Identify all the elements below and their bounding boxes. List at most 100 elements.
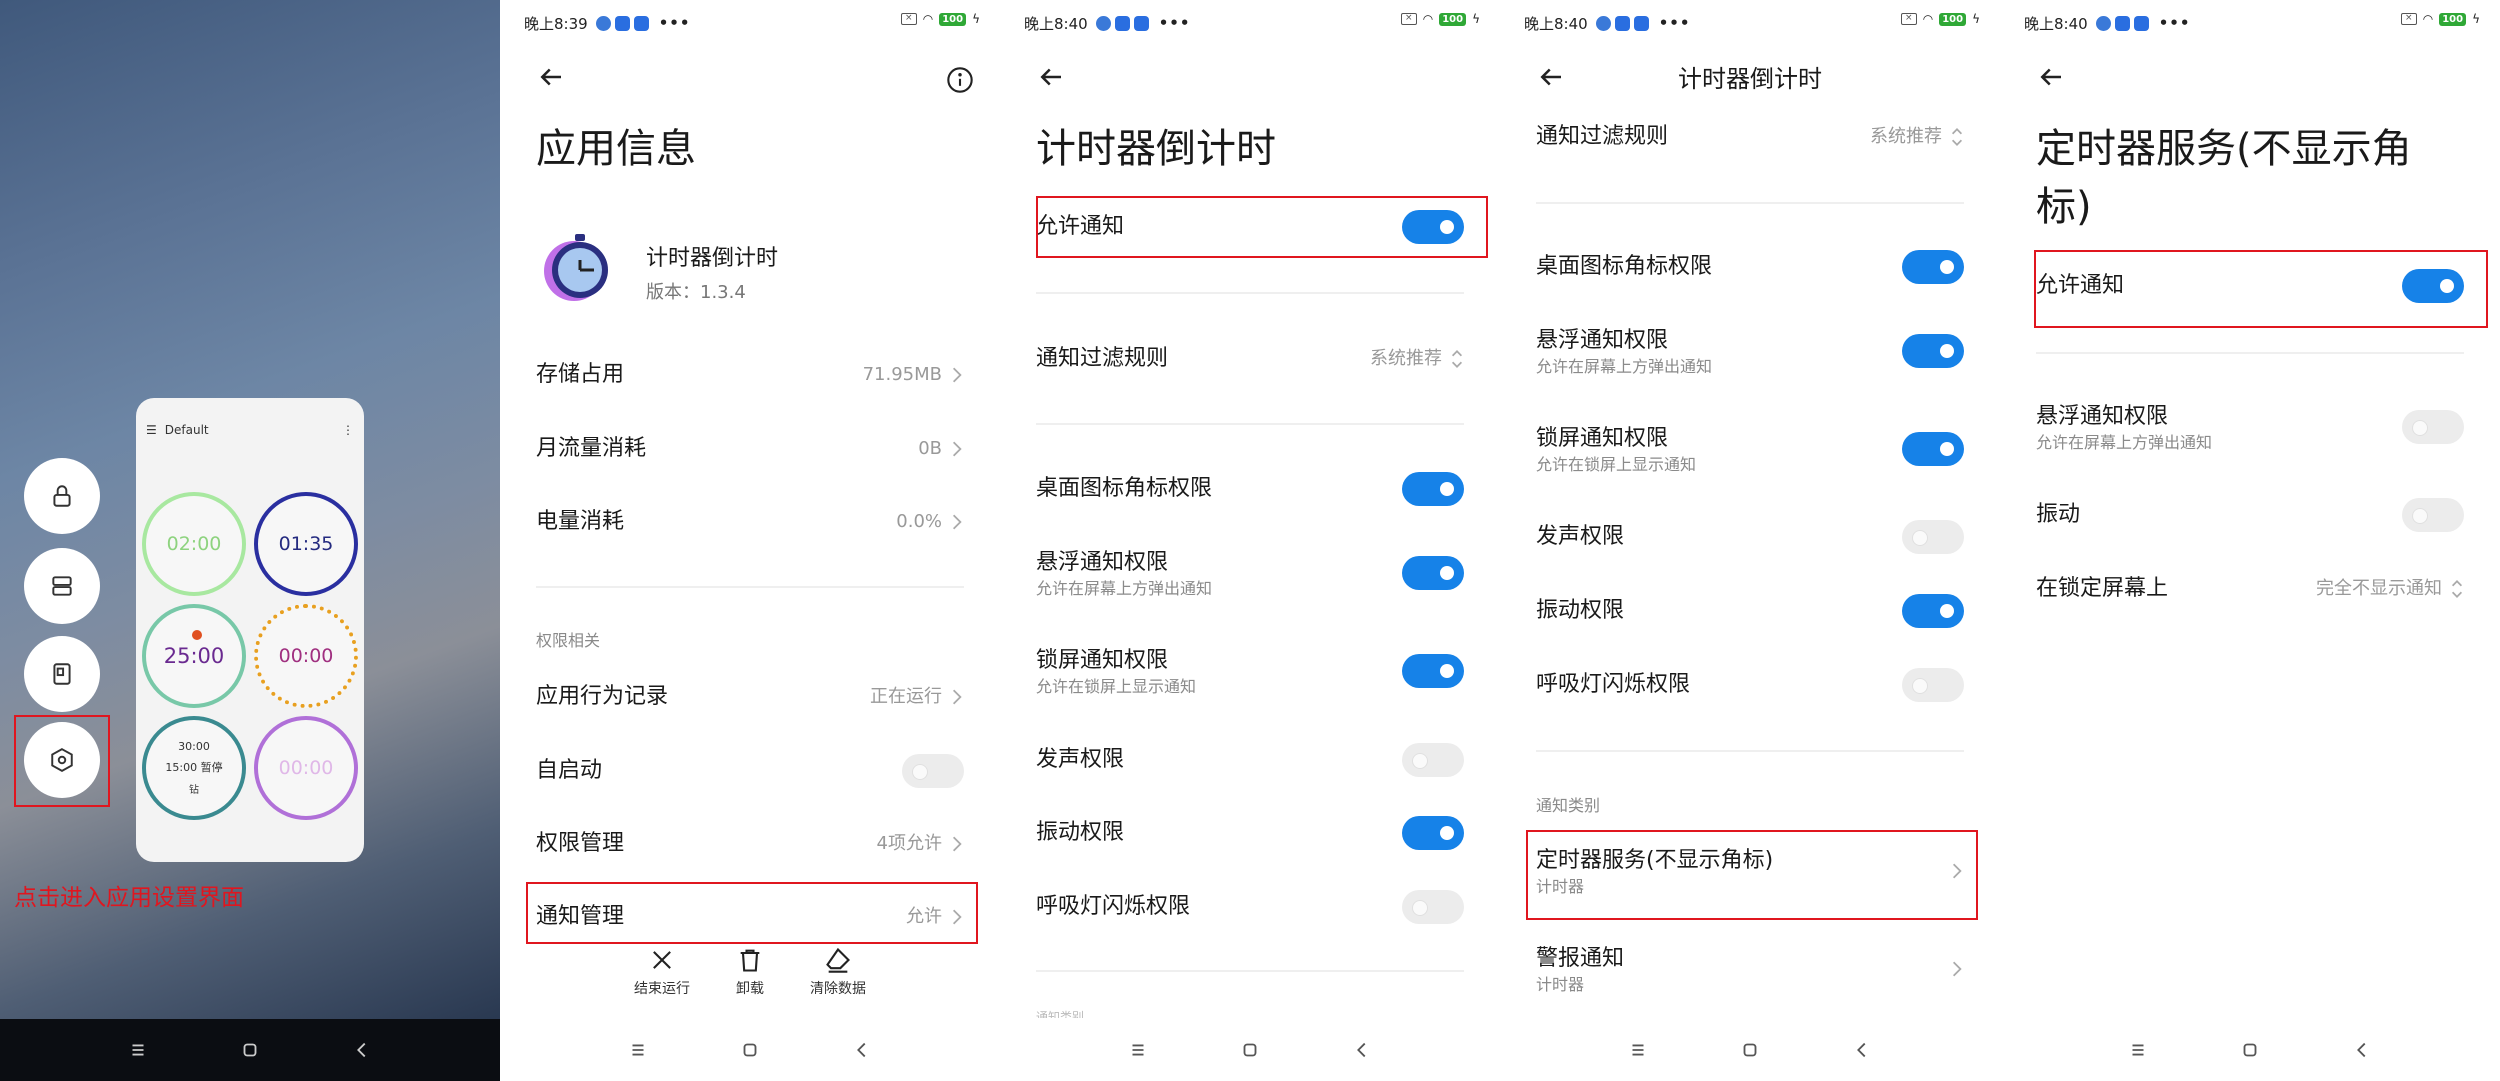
led-toggle[interactable] — [1902, 668, 1964, 702]
floating-window-button[interactable] — [24, 636, 100, 712]
back-arrow-icon — [1040, 68, 1061, 86]
back-nav-icon[interactable] — [1351, 1039, 1373, 1061]
app-notification-icon — [1114, 15, 1130, 31]
row-value: 系统推荐 — [1370, 348, 1442, 369]
trash-icon — [740, 949, 760, 972]
menu-icon: ☰ — [146, 423, 157, 437]
floating-notification-toggle[interactable] — [1402, 556, 1464, 590]
no-sim-icon: × — [1400, 13, 1417, 25]
battery-icon: 100 — [939, 12, 967, 26]
app-notification-icon — [1133, 15, 1149, 31]
battery-icon: 100 — [1439, 12, 1467, 26]
floating-notification-toggle[interactable] — [1902, 334, 1964, 368]
behavior-log-row[interactable]: 应用行为记录 正在运行 — [536, 682, 964, 712]
app-version: 版本：1.3.4 — [646, 282, 746, 303]
filter-rule-row[interactable]: 通知过滤规则 系统推荐 — [1036, 344, 1464, 374]
lockscreen-notification-toggle[interactable] — [1402, 654, 1464, 688]
highlight-timer-service — [1526, 830, 1978, 920]
force-stop-button[interactable]: 结束运行 — [622, 946, 702, 998]
back-nav-icon[interactable] — [351, 1039, 373, 1061]
back-nav-icon[interactable] — [2351, 1039, 2373, 1061]
led-toggle[interactable] — [1402, 890, 1464, 924]
vibration-toggle[interactable] — [1902, 594, 1964, 628]
timer-clock-4: 00:00 — [254, 604, 358, 708]
row-value: 0.0% — [896, 511, 942, 532]
row-label: 发声权限 — [1036, 747, 1125, 772]
split-screen-button[interactable] — [24, 548, 100, 624]
home-nav-icon[interactable] — [239, 1039, 261, 1061]
more-dots-icon: ••• — [2158, 14, 2191, 32]
more-dots-icon: ••• — [1158, 14, 1191, 32]
battery-icon: 100 — [2439, 12, 2467, 26]
notification-settings-screen: 晚上8:40 ••• × ◠ 100 ϟ 计时器倒计时 允许通知 通知过滤规则 … — [1000, 0, 1500, 1081]
status-bar: 晚上8:40 ••• × ◠ 100 ϟ — [2024, 12, 2480, 34]
sound-toggle[interactable] — [1902, 520, 1964, 554]
notification-settings-scrolled-screen: 晚上8:40 ••• × ◠ 100 ϟ 计时器倒计时 通知过滤规则 系统推荐 … — [1500, 0, 2000, 1081]
back-nav-icon[interactable] — [851, 1039, 873, 1061]
row-label: 振动 — [2036, 502, 2081, 527]
menu-nav-icon[interactable] — [2127, 1039, 2149, 1061]
chevron-right-icon — [950, 366, 964, 384]
floating-notification-toggle[interactable] — [2402, 410, 2464, 444]
card-header: ☰ Default ⋮ — [146, 420, 354, 440]
lockscreen-notification-toggle[interactable] — [1902, 432, 1964, 466]
app-info-screen: 晚上8:39 ••• × ◠ 100 ϟ 应用信息 计时器倒计时 版本：1.3.… — [500, 0, 1000, 1081]
wifi-icon: ◠ — [922, 12, 934, 26]
badge-toggle[interactable] — [1902, 250, 1964, 284]
charging-icon: ϟ — [1472, 12, 1480, 26]
section-header-clipped: 通知类别 — [1036, 1010, 1085, 1018]
storage-row[interactable]: 存储占用 71.95MB — [536, 360, 964, 390]
back-arrow-icon — [2040, 68, 2061, 86]
divider — [2036, 352, 2464, 354]
power-row[interactable]: 电量消耗 0.0% — [536, 507, 964, 537]
highlight-settings-button — [14, 715, 110, 807]
menu-nav-icon[interactable] — [1127, 1039, 1149, 1061]
badge-toggle[interactable] — [1402, 472, 1464, 506]
page-title: 计时器倒计时 — [1036, 126, 1276, 172]
charging-icon: ϟ — [1972, 12, 1980, 26]
info-button[interactable] — [946, 66, 974, 94]
info-icon — [947, 67, 973, 93]
permission-row[interactable]: 权限管理 4项允许 — [536, 829, 964, 859]
app-preview-card[interactable]: ☰ Default ⋮ 02:00 01:35 25:00 00:00 30:0… — [136, 398, 364, 862]
back-button[interactable] — [536, 62, 566, 92]
app-name: 计时器倒计时 — [646, 246, 779, 271]
floating-notification-row: 悬浮通知权限 允许在屏幕上方弹出通知 — [1536, 326, 1964, 378]
category-alarm-row[interactable]: 警报通知 计时器 — [1536, 944, 1964, 996]
back-button[interactable] — [2036, 62, 2066, 92]
instruction-text: 点击进入应用设置界面 — [14, 885, 244, 911]
navigation-bar — [1500, 1019, 2000, 1081]
floating-notification-row: 悬浮通知权限 允许在屏幕上方弹出通知 — [2036, 402, 2464, 454]
back-button[interactable] — [1036, 62, 1066, 92]
lockscreen-row[interactable]: 在锁定屏幕上 完全不显示通知 — [2036, 574, 2464, 604]
autostart-row: 自启动 — [536, 754, 964, 788]
home-nav-icon[interactable] — [739, 1039, 761, 1061]
app-notification-icon — [2114, 15, 2130, 31]
vibration-row: 振动 — [2036, 498, 2464, 532]
menu-nav-icon[interactable] — [1627, 1039, 1649, 1061]
sound-toggle[interactable] — [1402, 743, 1464, 777]
row-value: 71.95MB — [862, 364, 942, 385]
menu-nav-icon[interactable] — [627, 1039, 649, 1061]
vibration-toggle[interactable] — [2402, 498, 2464, 532]
timer-clock-5: 30:00 15:00 暂停 钻 — [142, 716, 246, 820]
app-notification-icon — [1614, 15, 1630, 31]
clear-data-button[interactable]: 清除数据 — [798, 946, 878, 998]
back-nav-icon[interactable] — [1851, 1039, 1873, 1061]
chevron-right-icon — [950, 835, 964, 853]
lock-app-button[interactable] — [24, 458, 100, 534]
autostart-toggle[interactable] — [902, 754, 964, 788]
filter-rule-row[interactable]: 通知过滤规则 系统推荐 — [1536, 122, 1964, 152]
badge-permission-row: 桌面图标角标权限 — [1536, 250, 1964, 284]
menu-nav-icon[interactable] — [127, 1039, 149, 1061]
home-nav-icon[interactable] — [2239, 1039, 2261, 1061]
timer-clock-1: 02:00 — [142, 492, 246, 596]
row-value: 4项允许 — [876, 833, 942, 854]
vibration-toggle[interactable] — [1402, 816, 1464, 850]
row-subtitle: 允许在锁屏上显示通知 — [1036, 677, 1197, 696]
home-nav-icon[interactable] — [1239, 1039, 1261, 1061]
uninstall-button[interactable]: 卸载 — [710, 946, 790, 998]
home-nav-icon[interactable] — [1739, 1039, 1761, 1061]
traffic-row[interactable]: 月流量消耗 0B — [536, 434, 964, 464]
divider — [1536, 750, 1964, 752]
